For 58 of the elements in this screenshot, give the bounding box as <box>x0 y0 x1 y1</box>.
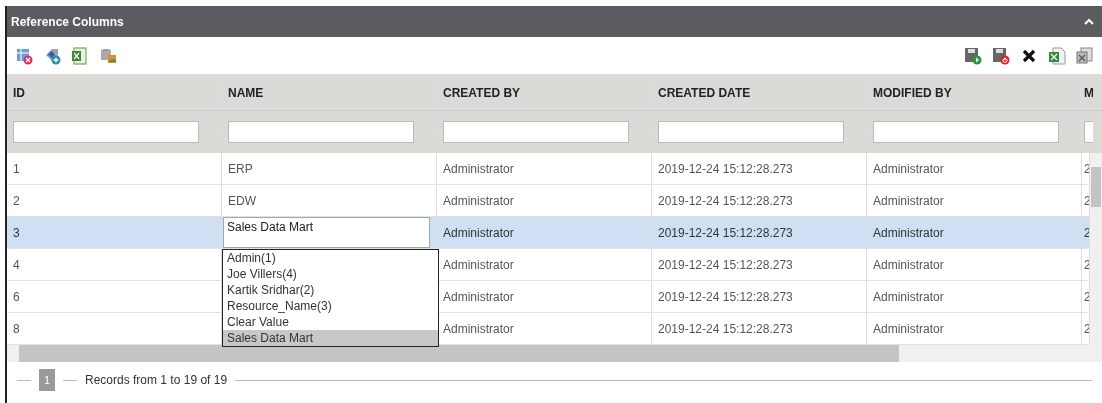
column-header[interactable]: MODIFIED BY <box>867 75 1082 110</box>
vertical-scrollbar[interactable] <box>1090 153 1102 345</box>
table-cell: 3 <box>13 225 20 240</box>
dropdown-option[interactable]: Kartik Sridhar(2) <box>223 282 438 298</box>
table-cell: 2019-12-24 15:12:28.273 <box>658 161 793 176</box>
collapse-caret-icon[interactable] <box>1084 17 1094 26</box>
panel-title: Reference Columns <box>11 14 124 29</box>
column-header[interactable]: NAME <box>222 75 437 110</box>
table-cell: Administrator <box>873 193 944 208</box>
table-cell: Administrator <box>873 225 944 240</box>
table-cell: 2019-12-24 15:12:28.273 <box>658 225 793 240</box>
table-cell: ERP <box>228 161 253 176</box>
save-play-icon[interactable] <box>964 46 982 65</box>
table-cell: Administrator <box>443 225 514 240</box>
table-cell: Administrator <box>443 193 514 208</box>
horizontal-scrollbar[interactable] <box>7 345 1102 362</box>
table-cell: Administrator <box>873 161 944 176</box>
table-cell: Administrator <box>443 161 514 176</box>
table-cell: 2019-12-24 15:12:28.273 <box>658 321 793 336</box>
filter-field[interactable] <box>658 121 844 143</box>
table-cell: Administrator <box>873 321 944 336</box>
filter-field[interactable] <box>443 121 629 143</box>
dropdown-option[interactable]: Resource_Name(3) <box>223 298 438 314</box>
table-cell: 2 <box>13 193 20 208</box>
table-cell: 4 <box>13 257 20 272</box>
column-header[interactable]: M <box>1082 75 1094 110</box>
save-power-icon[interactable] <box>992 46 1010 65</box>
filter-field[interactable] <box>228 121 414 143</box>
records-label: Records from 1 to 19 of 19 <box>85 373 228 387</box>
table-cell: EDW <box>228 193 256 208</box>
filter-field[interactable] <box>13 121 199 143</box>
table-cell: 8 <box>13 321 20 336</box>
table-cell: Administrator <box>873 257 944 272</box>
table-cell: 1 <box>13 161 20 176</box>
table-cell: 2019-12-24 15:12:28.273 <box>658 193 793 208</box>
filter-field[interactable] <box>873 121 1059 143</box>
table-cell: 2019-12-24 15:12:28.273 <box>658 257 793 272</box>
table-cell: Administrator <box>443 321 514 336</box>
document-export-icon[interactable] <box>1076 46 1094 65</box>
spreadsheet-icon[interactable] <box>71 46 89 65</box>
cell-editor[interactable]: Sales Data Mart <box>223 217 430 248</box>
spreadsheet-icon[interactable] <box>1048 46 1066 65</box>
table-cell: Administrator <box>443 257 514 272</box>
table-cell: Administrator <box>873 289 944 304</box>
dropdown-option[interactable]: Admin(1) <box>223 250 438 266</box>
database-transfer-icon[interactable] <box>99 46 117 65</box>
table-cell: 2019-12-24 15:12:28.273 <box>658 289 793 304</box>
dropdown-option[interactable]: Clear Value <box>223 314 438 330</box>
column-header[interactable]: CREATED BY <box>437 75 652 110</box>
dropdown-option[interactable]: Sales Data Mart <box>223 330 438 346</box>
scroll-thumb[interactable] <box>19 345 899 362</box>
dropdown-option[interactable]: Joe Villers(4) <box>223 266 438 282</box>
table-cell: 6 <box>13 289 20 304</box>
table-delete-icon[interactable] <box>15 46 33 65</box>
column-header[interactable]: ID <box>7 75 222 110</box>
scroll-thumb[interactable] <box>1091 167 1101 207</box>
column-header[interactable]: CREATED DATE <box>652 75 867 110</box>
table-cell: Administrator <box>443 289 514 304</box>
